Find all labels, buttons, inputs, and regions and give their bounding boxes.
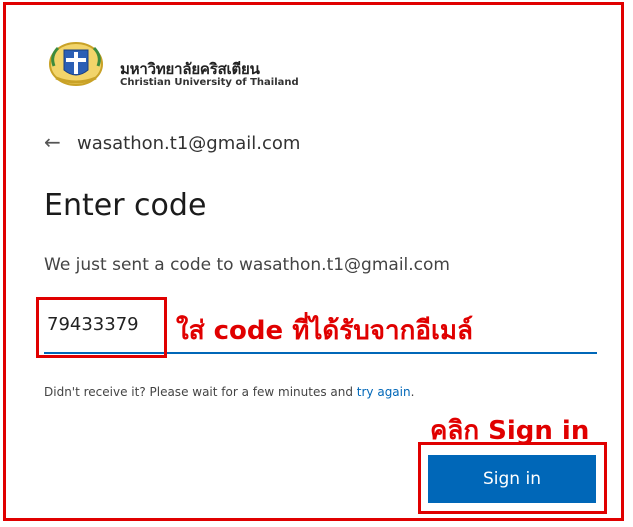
org-name-english: Christian University of Thailand xyxy=(120,77,299,88)
back-arrow-icon[interactable]: ← xyxy=(44,131,61,153)
sign-in-button[interactable]: Sign in xyxy=(428,455,596,503)
account-email[interactable]: wasathon.t1@gmail.com xyxy=(77,133,300,154)
page-description: We just sent a code to wasathon.t1@gmail… xyxy=(44,255,450,275)
resend-note: Didn't receive it? Please wait for a few… xyxy=(44,385,414,399)
university-logo xyxy=(49,42,103,86)
resend-suffix: . xyxy=(410,385,415,399)
code-highlight-box xyxy=(36,297,167,358)
try-again-link[interactable]: try again xyxy=(357,385,411,399)
click-signin-annotation: คลิก Sign in xyxy=(430,416,590,446)
page-title: Enter code xyxy=(44,188,207,223)
resend-text: Didn't receive it? Please wait for a few… xyxy=(44,385,357,399)
enter-code-annotation: ใส่ code ที่ได้รับจากอีเมล์ xyxy=(176,316,473,346)
